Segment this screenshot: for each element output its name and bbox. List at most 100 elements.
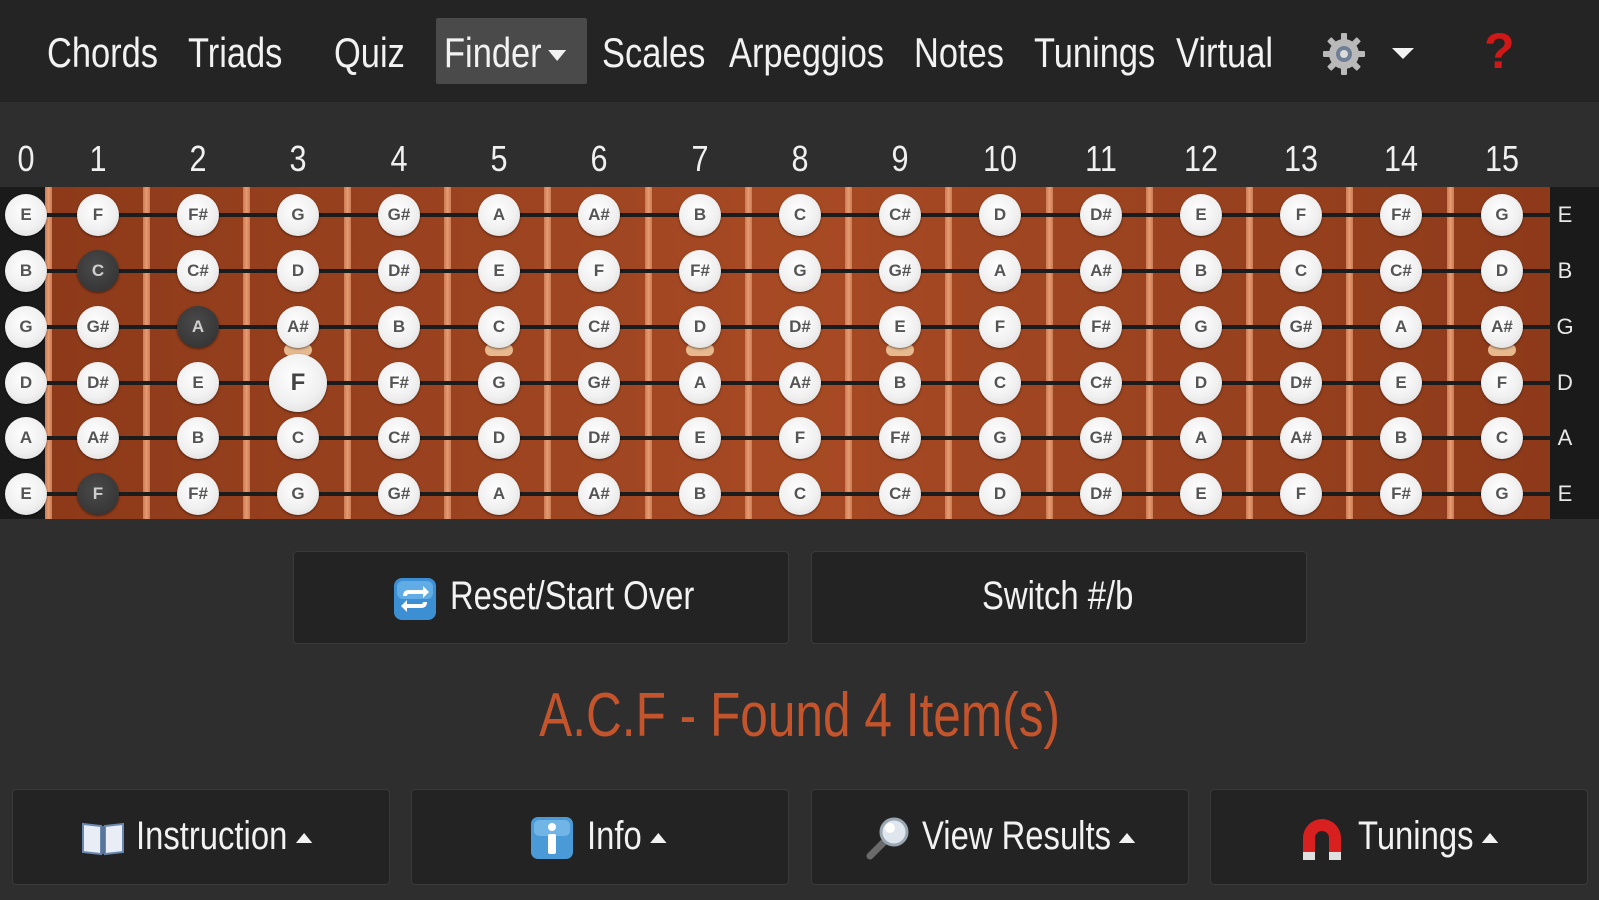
note-marker[interactable]: C: [979, 362, 1021, 404]
note-marker[interactable]: A: [478, 194, 520, 236]
note-marker[interactable]: D#: [77, 362, 119, 404]
note-marker[interactable]: G#: [1080, 417, 1122, 459]
gear-icon[interactable]: [1322, 32, 1366, 76]
note-marker[interactable]: G#: [578, 362, 620, 404]
nav-tunings[interactable]: Tunings: [1034, 0, 1155, 102]
note-marker[interactable]: F: [1280, 194, 1322, 236]
note-marker[interactable]: A#: [77, 417, 119, 459]
note-marker[interactable]: G: [277, 473, 319, 515]
nav-finder[interactable]: Finder: [444, 0, 567, 102]
note-marker[interactable]: D#: [1280, 362, 1322, 404]
note-marker[interactable]: B: [378, 306, 420, 348]
note-marker[interactable]: A: [1380, 306, 1422, 348]
note-marker[interactable]: F: [77, 194, 119, 236]
note-marker[interactable]: F: [269, 354, 327, 412]
note-marker[interactable]: C: [478, 306, 520, 348]
nav-triads[interactable]: Triads: [188, 0, 282, 102]
instruction-panel-button[interactable]: Instruction: [12, 789, 390, 885]
note-marker[interactable]: D#: [378, 250, 420, 292]
note-marker[interactable]: G: [478, 362, 520, 404]
note-marker[interactable]: F#: [177, 194, 219, 236]
note-marker[interactable]: A: [5, 417, 47, 459]
note-marker[interactable]: F#: [679, 250, 721, 292]
note-marker[interactable]: B: [1380, 417, 1422, 459]
note-marker[interactable]: D: [1481, 250, 1523, 292]
reset-button[interactable]: Reset/Start Over: [293, 551, 789, 644]
note-marker[interactable]: E: [177, 362, 219, 404]
note-marker[interactable]: G#: [879, 250, 921, 292]
note-marker[interactable]: C#: [578, 306, 620, 348]
note-marker[interactable]: A: [679, 362, 721, 404]
note-marker[interactable]: C#: [879, 473, 921, 515]
note-marker[interactable]: C: [277, 417, 319, 459]
note-marker[interactable]: E: [679, 417, 721, 459]
note-marker[interactable]: F#: [1380, 473, 1422, 515]
note-marker[interactable]: B: [679, 473, 721, 515]
note-marker[interactable]: C#: [879, 194, 921, 236]
note-marker[interactable]: A: [177, 306, 219, 348]
note-marker[interactable]: D: [979, 194, 1021, 236]
note-marker[interactable]: A#: [779, 362, 821, 404]
note-marker[interactable]: A#: [1481, 306, 1523, 348]
note-marker[interactable]: E: [5, 194, 47, 236]
note-marker[interactable]: G#: [378, 473, 420, 515]
note-marker[interactable]: F#: [378, 362, 420, 404]
note-marker[interactable]: E: [1180, 194, 1222, 236]
note-marker[interactable]: B: [679, 194, 721, 236]
note-marker[interactable]: A: [1180, 417, 1222, 459]
note-marker[interactable]: C#: [1080, 362, 1122, 404]
note-marker[interactable]: B: [1180, 250, 1222, 292]
nav-chords[interactable]: Chords: [47, 0, 158, 102]
note-marker[interactable]: A: [478, 473, 520, 515]
note-marker[interactable]: B: [879, 362, 921, 404]
note-marker[interactable]: D#: [1080, 473, 1122, 515]
note-marker[interactable]: D: [5, 362, 47, 404]
note-marker[interactable]: A#: [1080, 250, 1122, 292]
note-marker[interactable]: A#: [578, 473, 620, 515]
info-panel-button[interactable]: Info: [411, 789, 789, 885]
note-marker[interactable]: G: [277, 194, 319, 236]
note-marker[interactable]: E: [879, 306, 921, 348]
note-marker[interactable]: G#: [378, 194, 420, 236]
note-marker[interactable]: B: [177, 417, 219, 459]
note-marker[interactable]: D: [277, 250, 319, 292]
note-marker[interactable]: G: [1481, 473, 1523, 515]
settings-chevron-down-icon[interactable]: [1392, 48, 1414, 59]
note-marker[interactable]: F#: [1080, 306, 1122, 348]
note-marker[interactable]: C: [1481, 417, 1523, 459]
note-marker[interactable]: D: [679, 306, 721, 348]
note-marker[interactable]: F: [1481, 362, 1523, 404]
note-marker[interactable]: C: [779, 194, 821, 236]
note-marker[interactable]: F: [77, 473, 119, 515]
note-marker[interactable]: E: [5, 473, 47, 515]
note-marker[interactable]: D#: [1080, 194, 1122, 236]
note-marker[interactable]: D: [1180, 362, 1222, 404]
nav-virtual[interactable]: Virtual: [1176, 0, 1273, 102]
view-results-panel-button[interactable]: View Results: [811, 789, 1189, 885]
note-marker[interactable]: A#: [277, 306, 319, 348]
note-marker[interactable]: G: [1180, 306, 1222, 348]
note-marker[interactable]: F#: [1380, 194, 1422, 236]
note-marker[interactable]: G: [5, 306, 47, 348]
note-marker[interactable]: G: [979, 417, 1021, 459]
note-marker[interactable]: E: [1180, 473, 1222, 515]
note-marker[interactable]: D#: [779, 306, 821, 348]
note-marker[interactable]: B: [5, 250, 47, 292]
note-marker[interactable]: E: [478, 250, 520, 292]
note-marker[interactable]: F: [1280, 473, 1322, 515]
note-marker[interactable]: C#: [177, 250, 219, 292]
note-marker[interactable]: A#: [578, 194, 620, 236]
nav-scales[interactable]: Scales: [602, 0, 705, 102]
tunings-panel-button[interactable]: Tunings: [1210, 789, 1588, 885]
note-marker[interactable]: C#: [1380, 250, 1422, 292]
switch-sharp-flat-button[interactable]: Switch #/b: [811, 551, 1307, 644]
note-marker[interactable]: C: [779, 473, 821, 515]
note-marker[interactable]: F#: [879, 417, 921, 459]
note-marker[interactable]: C: [77, 250, 119, 292]
note-marker[interactable]: C#: [378, 417, 420, 459]
note-marker[interactable]: C: [1280, 250, 1322, 292]
note-marker[interactable]: D#: [578, 417, 620, 459]
help-button[interactable]: ?: [1484, 22, 1515, 80]
nav-arpeggios[interactable]: Arpeggios: [729, 0, 884, 102]
note-marker[interactable]: A#: [1280, 417, 1322, 459]
